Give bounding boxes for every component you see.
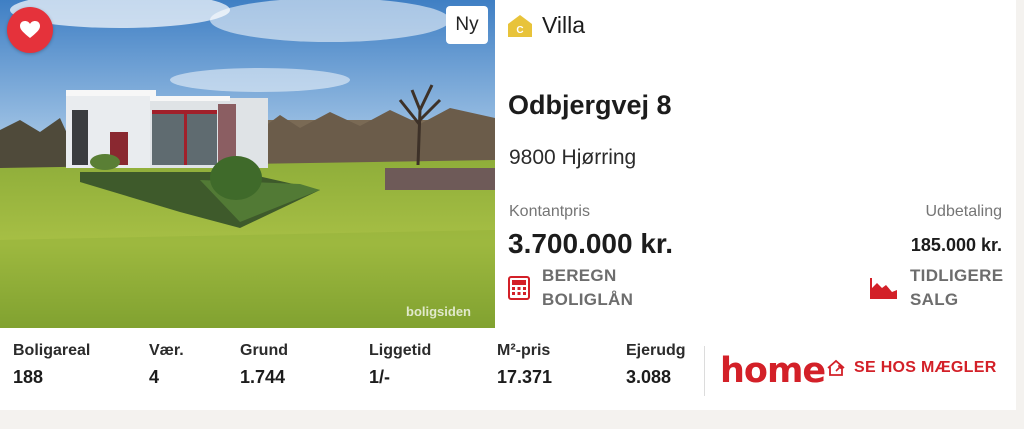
stat-label: Grund (240, 342, 288, 359)
house-link-icon (827, 359, 845, 376)
price-value: 3.700.000 kr. (508, 228, 674, 259)
stat-value: 188 (13, 367, 44, 387)
down-payment-label: Udbetaling (925, 203, 1003, 220)
villa-icon-letter: C (516, 25, 523, 36)
stat-value: 17.371 (497, 367, 553, 387)
stat-m2-price: M²-pris 17.371 (497, 340, 552, 389)
property-photo[interactable]: Ny boligsiden (0, 0, 495, 328)
history-label-line2: SALG (910, 290, 959, 309)
down-payment-value: 185.000 kr. (910, 235, 1002, 255)
stat-label: M²-pris (497, 342, 551, 359)
villa-house-icon: C (508, 14, 532, 37)
stat-value: 4 (149, 367, 160, 387)
stat-label: Boligareal (13, 342, 91, 359)
stat-ejerudg: Ejerudg 3.088 (626, 340, 686, 389)
calculate-loan-button[interactable]: BEREGN BOLIGLÅN (508, 264, 633, 312)
stat-label: Vær. (149, 342, 184, 359)
price-label: Kontantpris (509, 203, 590, 220)
stat-value: 3.088 (626, 367, 672, 387)
property-type: C Villa (507, 12, 585, 39)
stats-row: Boligareal 188 Vær. 4 Grund 1.744 Ligget… (0, 340, 700, 410)
stat-boligareal: Boligareal 188 (13, 340, 90, 389)
heart-icon (20, 21, 40, 38)
see-at-broker-label: SE HOS MÆGLER (854, 359, 997, 376)
broker-logo[interactable]: home (720, 351, 826, 391)
history-label-line1: TIDLIGERE (910, 266, 1004, 285)
stat-label: Ejerudg (626, 342, 686, 359)
stat-value: 1.744 (240, 367, 286, 387)
see-at-broker-link[interactable]: SE HOS MÆGLER (826, 359, 997, 377)
stat-value: 1/- (369, 367, 391, 387)
property-image (0, 0, 495, 328)
stat-vaer: Vær. 4 (149, 340, 184, 389)
previous-sales-button[interactable]: TIDLIGERE SALG (870, 264, 1003, 312)
stat-grund: Grund 1.744 (240, 340, 288, 389)
divider (704, 346, 705, 396)
favorite-button[interactable] (7, 7, 53, 53)
new-badge: Ny (446, 6, 488, 44)
calc-label-line1: BEREGN (542, 266, 617, 285)
stat-label: Liggetid (369, 342, 432, 359)
listing-card[interactable]: Ny boligsiden C Villa Odbjergvej 8 9800 … (0, 0, 1016, 410)
calc-label-line2: BOLIGLÅN (542, 290, 634, 309)
sales-chart-icon (870, 278, 897, 299)
calculator-icon (508, 276, 530, 300)
address-title[interactable]: Odbjergvej 8 (508, 90, 672, 121)
city-postal: 9800 Hjørring (509, 146, 637, 169)
page-background-strip (1016, 0, 1024, 429)
photo-watermark: boligsiden (406, 304, 471, 319)
property-type-label: Villa (542, 12, 586, 38)
stat-liggetid: Liggetid 1/- (369, 340, 431, 389)
